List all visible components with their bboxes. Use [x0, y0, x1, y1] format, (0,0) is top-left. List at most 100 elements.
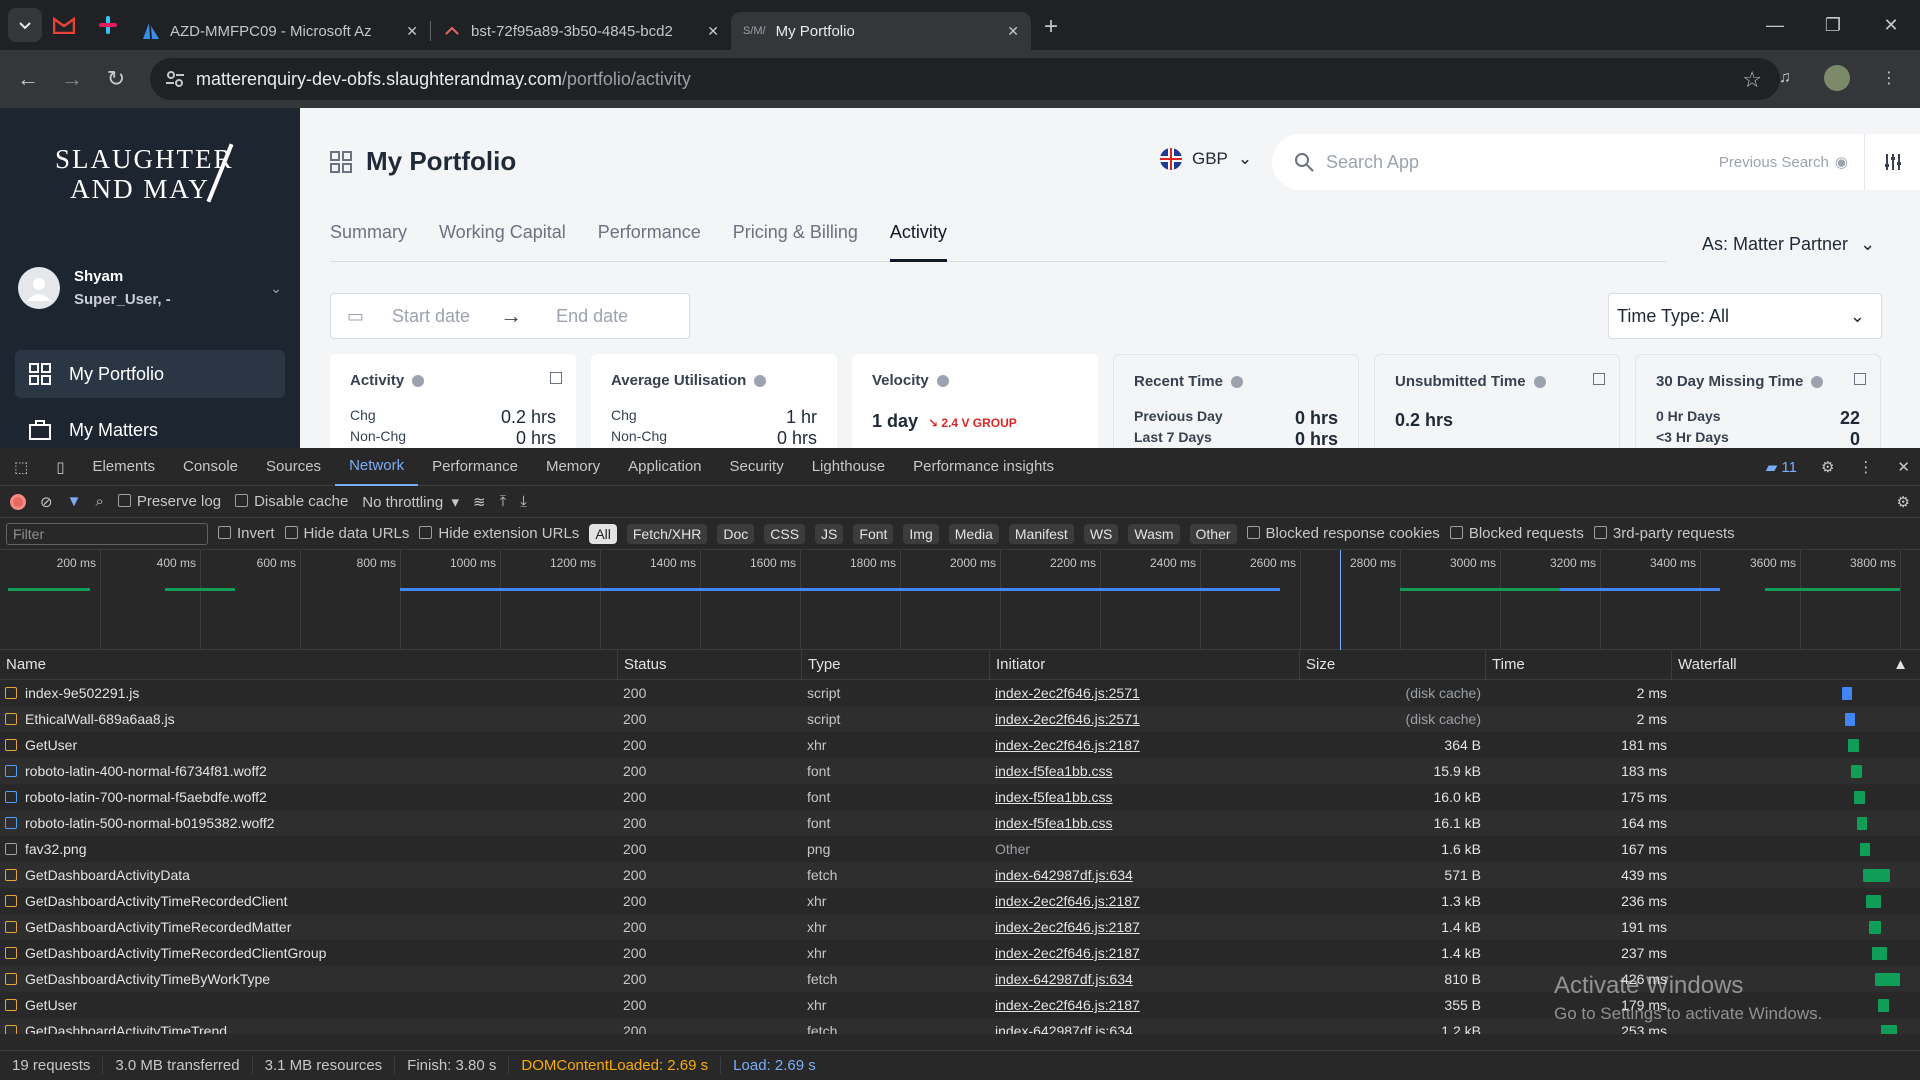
network-overview-timeline[interactable]: 200 ms 400 ms 600 ms 800 ms 1000 ms 1200 ms 14… [0, 550, 1920, 650]
new-tab-button[interactable]: + [1031, 7, 1071, 47]
cell-initiator[interactable]: index-2ec2f646.js:2571 [990, 711, 1300, 727]
table-row[interactable]: GetDashboardActivityTimeByWorkType 200 fet… [0, 966, 1920, 992]
cell-name[interactable]: GetDashboardActivityTimeByWorkType [0, 971, 618, 987]
external-link-icon[interactable] [1593, 373, 1605, 385]
third-party-checkbox[interactable]: 3rd-party requests [1593, 525, 1735, 542]
tab-performance[interactable]: Performance [598, 220, 701, 262]
previous-search-button[interactable]: Previous Search ◉ [1719, 153, 1848, 172]
close-icon[interactable]: ✕ [406, 23, 418, 40]
cell-name[interactable]: roboto-latin-400-normal-f6734f81.woff2 [0, 763, 618, 779]
info-icon[interactable] [754, 374, 767, 387]
inspect-element-icon[interactable]: ⬚ [0, 448, 42, 486]
tab-working-capital[interactable]: Working Capital [439, 220, 566, 262]
table-row[interactable]: roboto-latin-400-normal-f6734f81.woff2 20… [0, 758, 1920, 784]
cell-initiator[interactable]: index-642987df.js:634 [990, 867, 1300, 883]
cell-name[interactable]: EthicalWall-689a6aa8.js [0, 711, 618, 727]
cell-name[interactable]: GetUser [0, 737, 618, 753]
cell-name[interactable]: roboto-latin-700-normal-f5aebdfe.woff2 [0, 789, 618, 805]
column-name[interactable]: Name [0, 650, 618, 679]
site-info-icon[interactable] [164, 68, 186, 90]
pinned-tab-slack[interactable] [86, 0, 130, 50]
table-row[interactable]: GetDashboardActivityTimeRecordedMatter 20… [0, 914, 1920, 940]
filter-type-font[interactable]: Font [853, 523, 894, 544]
cell-name[interactable]: GetDashboardActivityTimeRecordedClientGr… [0, 945, 618, 961]
preserve-log-checkbox[interactable]: Preserve log [117, 493, 221, 510]
tab-pricing-billing[interactable]: Pricing & Billing [733, 220, 858, 262]
hide-data-urls-checkbox[interactable]: Hide data URLs [284, 525, 409, 542]
throttling-select[interactable]: No throttling ▾ [362, 493, 459, 511]
minimize-button[interactable]: — [1746, 0, 1804, 50]
profile-avatar[interactable] [1816, 57, 1858, 99]
filter-type-media[interactable]: Media [948, 523, 999, 544]
devtools-tab-lighthouse[interactable]: Lighthouse [798, 448, 899, 486]
invert-checkbox[interactable]: Invert [218, 525, 275, 542]
devtools-tab-elements[interactable]: Elements [78, 448, 169, 486]
cell-initiator[interactable]: index-f5fea1bb.css [990, 789, 1300, 805]
user-profile[interactable]: Shyam Super_User, - ⌄ [18, 258, 282, 318]
devtools-tab-network[interactable]: Network [335, 448, 419, 486]
end-date-input[interactable]: End date [556, 306, 628, 327]
gear-icon[interactable]: ⚙ [1897, 493, 1910, 511]
reload-button[interactable]: ↻ [94, 57, 138, 101]
forward-button[interactable]: → [50, 57, 94, 101]
media-controls-icon[interactable]: ♫ [1764, 57, 1806, 99]
cell-initiator[interactable]: index-f5fea1bb.css [990, 763, 1300, 779]
more-options-icon[interactable]: ⋮ [1858, 458, 1873, 476]
tab-activity[interactable]: Activity [889, 220, 947, 262]
cell-name[interactable]: index-9e502291.js [0, 685, 618, 701]
filter-type-other[interactable]: Other [1189, 523, 1237, 544]
sidebar-item-my-matters[interactable]: My Matters [15, 406, 285, 448]
close-icon[interactable]: ✕ [1897, 458, 1910, 476]
filter-type-ws[interactable]: WS [1083, 523, 1119, 544]
pinned-tab-gmail[interactable] [42, 0, 86, 50]
network-table-body[interactable]: index-9e502291.js 200 script index-2ec2f646… [0, 680, 1920, 1034]
download-icon[interactable]: ⤓ [520, 493, 527, 510]
column-time[interactable]: Time [1486, 650, 1672, 679]
tab-summary[interactable]: Summary [330, 220, 407, 262]
cell-name[interactable]: GetDashboardActivityTimeTrend [0, 1023, 618, 1034]
table-row[interactable]: GetDashboardActivityData 200 fetch index-64… [0, 862, 1920, 888]
filter-type-js[interactable]: JS [815, 523, 844, 544]
currency-selector[interactable]: GBP ⌄ [1160, 148, 1252, 170]
close-icon[interactable]: ✕ [707, 23, 719, 40]
back-button[interactable]: ← [6, 57, 50, 101]
devtools-tab-memory[interactable]: Memory [532, 448, 614, 486]
cell-name[interactable]: GetDashboardActivityTimeRecordedClient [0, 893, 618, 909]
table-row[interactable]: GetUser 200 xhr index-2ec2f646.js:2187 364 B… [0, 732, 1920, 758]
devtools-tab-sources[interactable]: Sources [252, 448, 335, 486]
table-row[interactable]: index-9e502291.js 200 script index-2ec2f646… [0, 680, 1920, 706]
date-range-picker[interactable]: ▭ Start date → End date [330, 293, 690, 339]
browser-tab-azure[interactable]: AZD-MMFPC09 - Microsoft Az ✕ [130, 12, 430, 50]
info-icon[interactable] [1533, 375, 1546, 388]
info-icon[interactable] [1230, 375, 1243, 388]
external-link-icon[interactable] [550, 372, 562, 384]
table-row[interactable]: fav32.png 200 png Other 1.6 kB 167 ms [0, 836, 1920, 862]
sidebar-item-my-portfolio[interactable]: My Portfolio [15, 350, 285, 398]
cell-initiator[interactable]: index-642987df.js:634 [990, 1023, 1300, 1034]
issues-button[interactable]: ▰ 11 [1766, 458, 1797, 476]
chevron-down-icon[interactable]: ⌄ [270, 280, 282, 297]
cell-name[interactable]: fav32.png [0, 841, 618, 857]
devtools-tab-performance-insights[interactable]: Performance insights [899, 448, 1068, 486]
filter-type-manifest[interactable]: Manifest [1008, 523, 1074, 544]
filter-type-doc[interactable]: Doc [717, 523, 755, 544]
upload-icon[interactable]: ⤒ [500, 493, 507, 510]
table-row[interactable]: GetDashboardActivityTimeTrend 200 fetch ind… [0, 1018, 1920, 1034]
cell-name[interactable]: GetUser [0, 997, 618, 1013]
cell-initiator[interactable]: index-2ec2f646.js:2187 [990, 893, 1300, 909]
disable-cache-checkbox[interactable]: Disable cache [235, 493, 348, 510]
external-link-icon[interactable] [1854, 373, 1866, 385]
cell-initiator[interactable]: index-f5fea1bb.css [990, 815, 1300, 831]
table-row[interactable]: GetUser 200 xhr index-2ec2f646.js:2187 355 B… [0, 992, 1920, 1018]
table-row[interactable]: roboto-latin-700-normal-f5aebdfe.woff2 20… [0, 784, 1920, 810]
address-bar[interactable]: matterenquiry-dev-obfs.slaughterandmay.c… [150, 58, 1780, 100]
cell-initiator[interactable]: index-2ec2f646.js:2187 [990, 945, 1300, 961]
column-initiator[interactable]: Initiator [990, 650, 1300, 679]
browser-tab-bst[interactable]: bst-72f95a89-3b50-4845-bcd2 ✕ [431, 12, 731, 50]
devtools-tab-performance[interactable]: Performance [418, 448, 532, 486]
filter-settings-button[interactable] [1864, 134, 1920, 190]
search-icon[interactable]: ⌕ [95, 493, 103, 510]
device-toolbar-icon[interactable]: ▯ [42, 448, 78, 486]
tab-search-button[interactable] [8, 8, 42, 42]
info-icon[interactable] [412, 374, 425, 387]
